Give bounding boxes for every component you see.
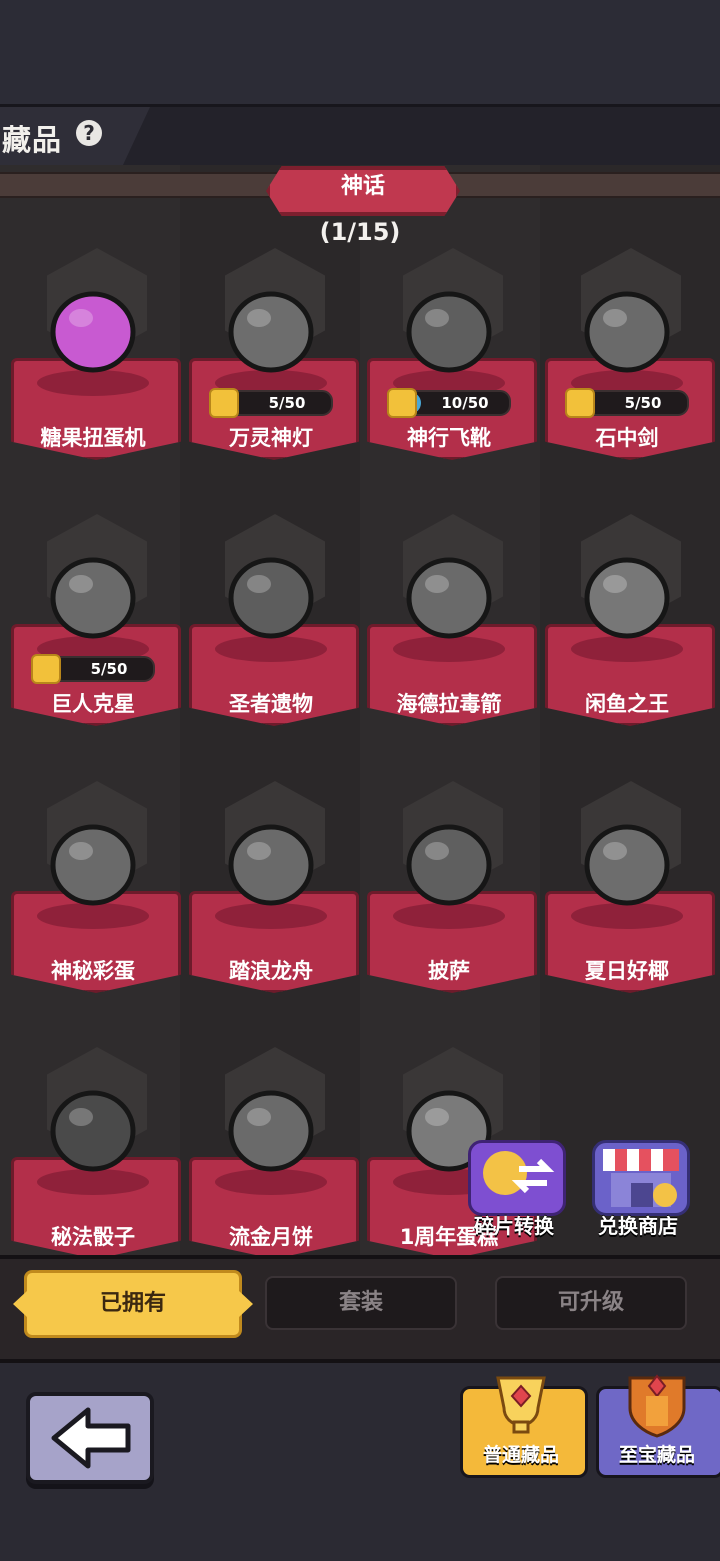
collection-item-image (584, 291, 670, 373)
treasure-collection-label: 至宝藏品 (618, 1444, 695, 1466)
trophy-cup-icon (496, 1376, 546, 1434)
collection-item-card[interactable]: 石中剑 5/50 (545, 210, 715, 470)
title-bar: 藏品 (0, 104, 720, 168)
collection-item-image (228, 557, 314, 639)
fragment-progress-text: 5/50 (268, 394, 306, 412)
fragment-progress-text: 10/50 (441, 394, 489, 412)
normal-collection-label: 普通藏品 (482, 1444, 559, 1466)
item-name: 夏日好椰 (585, 959, 669, 983)
item-name: 闲鱼之王 (585, 692, 669, 716)
fragment-progress-text: 5/50 (624, 394, 662, 412)
collection-item-card[interactable]: 披萨 (367, 743, 537, 1003)
fragment-progress-text: 5/50 (90, 660, 128, 678)
tab-upgradable[interactable]: 可升级 (495, 1276, 687, 1330)
collection-item-image (50, 557, 136, 639)
puzzle-piece-icon (209, 388, 239, 418)
collection-item-card[interactable]: 神行飞靴 10/50 (367, 210, 537, 470)
page-title: 藏品 (2, 123, 63, 157)
tab-set[interactable]: 套装 (265, 1276, 457, 1330)
collection-item-card[interactable]: 万灵神灯 5/50 (189, 210, 359, 470)
fragment-convert-label: 碎片转换 (474, 1214, 554, 1238)
collection-item-card[interactable]: 神秘彩蛋 (11, 743, 181, 1003)
collection-item-image (406, 291, 492, 373)
item-name: 秘法骰子 (51, 1225, 135, 1249)
collection-item-image (406, 824, 492, 906)
back-button[interactable] (26, 1392, 154, 1484)
fragment-convert-button[interactable]: 碎片转换 (454, 1140, 574, 1240)
collection-item-image (584, 824, 670, 906)
help-icon[interactable]: ? (76, 120, 102, 146)
item-name: 神秘彩蛋 (51, 959, 135, 983)
collection-item-card[interactable]: 圣者遗物 (189, 476, 359, 736)
exchange-shop-label: 兑换商店 (598, 1214, 678, 1238)
item-name: 海德拉毒箭 (396, 692, 502, 716)
collection-item-image (406, 557, 492, 639)
top-status-area (0, 0, 720, 104)
puzzle-piece-icon (565, 388, 595, 418)
fragment-progress-bar: 5/50 (209, 388, 333, 418)
exchange-shop-button[interactable]: 兑换商店 (578, 1140, 698, 1240)
collection-item-image (50, 291, 136, 373)
collection-item-card[interactable]: 夏日好椰 (545, 743, 715, 1003)
collection-item-card[interactable]: 流金月饼 (189, 1009, 359, 1269)
fragment-progress-bar: 5/50 (565, 388, 689, 418)
collection-item-card[interactable]: 踏浪龙舟 (189, 743, 359, 1003)
fragment-progress-bar: 10/50 (387, 388, 511, 418)
item-name: 踏浪龙舟 (229, 959, 313, 983)
arrow-left-icon (51, 1407, 131, 1469)
puzzle-piece-icon (387, 388, 417, 418)
fragment-convert-icon (468, 1140, 566, 1216)
tab-owned[interactable]: 已拥有 (13, 1270, 253, 1338)
collection-item-card[interactable]: 巨人克星 5/50 (11, 476, 181, 736)
shop-stall-icon (592, 1140, 690, 1216)
collection-item-image (228, 291, 314, 373)
item-name: 圣者遗物 (229, 692, 313, 716)
fragment-progress-bar: 5/50 (31, 654, 155, 684)
collection-item-image (584, 557, 670, 639)
item-name: 神行飞靴 (407, 426, 491, 450)
item-name: 糖果扭蛋机 (40, 426, 146, 450)
item-name: 披萨 (428, 959, 470, 983)
collection-item-image (228, 1090, 314, 1172)
category-name: 神话 (340, 174, 385, 199)
collection-item-card[interactable]: 闲鱼之王 (545, 476, 715, 736)
item-name: 流金月饼 (229, 1225, 313, 1249)
collection-item-image (50, 824, 136, 906)
item-name: 巨人克星 (51, 692, 135, 716)
item-name: 万灵神灯 (229, 426, 313, 450)
collection-item-card[interactable]: 海德拉毒箭 (367, 476, 537, 736)
treasure-collection-button[interactable]: 至宝藏品 (596, 1372, 720, 1478)
collection-item-card[interactable]: 糖果扭蛋机 (11, 210, 181, 470)
treasure-shield-icon (628, 1374, 686, 1438)
item-name: 石中剑 (595, 426, 659, 450)
puzzle-piece-icon (31, 654, 61, 684)
collection-item-image (228, 824, 314, 906)
normal-collection-button[interactable]: 普通藏品 (460, 1372, 588, 1478)
category-ribbon: 神话 (266, 166, 460, 216)
collection-item-card[interactable]: 秘法骰子 (11, 1009, 181, 1269)
collection-item-image (50, 1090, 136, 1172)
